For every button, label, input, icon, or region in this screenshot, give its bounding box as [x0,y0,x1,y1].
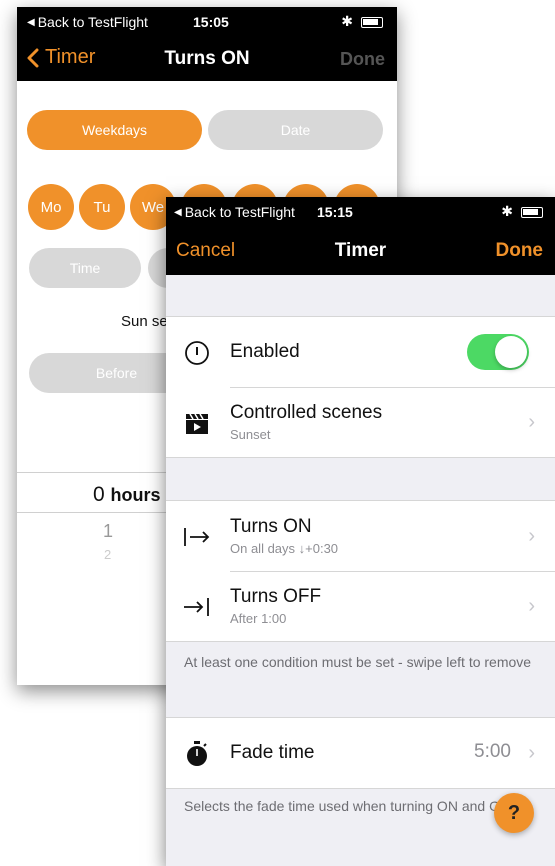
stopwatch-icon [182,739,212,769]
clapperboard-icon [182,408,212,438]
turns-off-row[interactable]: Turns OFF After 1:00 › [166,571,555,641]
day-mo[interactable]: Mo [28,184,74,230]
hours-picker-selected[interactable]: 0 hours [93,483,161,507]
back-triangle-icon: ◀ [174,206,182,218]
conditions-footer: At least one condition must be set - swi… [184,654,532,670]
status-bar: ◀ Back to TestFlight 15:15 ✱ [166,197,555,227]
done-button-disabled[interactable]: Done [340,49,385,70]
bluetooth-icon: ✱ [341,13,353,29]
turns-on-summary: On all days ↓+0:30 [230,541,339,556]
back-to-testflight-label: Back to TestFlight [37,14,148,30]
chevron-right-icon: › [528,525,535,547]
turns-on-row[interactable]: Turns ON On all days ↓+0:30 › [166,501,555,571]
turns-on-icon [182,522,212,552]
enabled-toggle[interactable] [467,334,529,370]
battery-icon [521,207,543,218]
controlled-scenes-value: Sunset [230,427,271,442]
back-to-testflight[interactable]: ◀ Back to TestFlight [27,14,148,30]
turns-off-label: Turns OFF [230,586,322,607]
back-triangle-icon: ◀ [27,16,35,28]
back-to-testflight-label: Back to TestFlight [184,204,295,220]
nav-bar: Cancel Timer Done [166,227,555,275]
fade-time-value: 5:00 [474,741,511,762]
status-time: 15:05 [193,14,229,30]
help-button[interactable]: ? [494,793,534,833]
turns-on-label: Turns ON [230,516,312,537]
chevron-right-icon: › [528,411,535,433]
screenshot-stage: ◀ Back to TestFlight 15:05 ✱ Timer Turns… [0,0,555,866]
turns-off-icon [182,592,212,622]
turns-off-summary: After 1:00 [230,611,287,626]
date-button[interactable]: Date [208,110,383,150]
conditions-group: Turns ON On all days ↓+0:30 › Turns OFF … [166,500,555,642]
controlled-scenes-row[interactable]: Controlled scenes Sunset › [166,387,555,457]
time-button[interactable]: Time [29,248,141,288]
chevron-right-icon: › [528,595,535,617]
controlled-scenes-label: Controlled scenes [230,402,383,423]
chevron-right-icon: › [528,742,535,764]
hours-unit: hours [110,485,161,505]
fade-time-row[interactable]: Fade time 5:00 › [166,718,555,788]
status-time: 15:15 [317,204,353,220]
hours-picker-next-1[interactable]: 1 [103,521,113,542]
sun-event-text: Sun se [121,313,168,330]
enabled-label: Enabled [230,341,300,362]
back-to-testflight[interactable]: ◀ Back to TestFlight [174,204,295,220]
fade-time-label: Fade time [230,742,315,763]
timer-screen: ◀ Back to TestFlight 15:15 ✱ Cancel Time… [166,197,555,866]
fade-group: Fade time 5:00 › [166,717,555,789]
hours-value: 0 [93,483,105,506]
nav-bar: Timer Turns ON Done [17,37,397,81]
weekdays-button[interactable]: Weekdays [27,110,202,150]
day-tu[interactable]: Tu [79,184,125,230]
enabled-row[interactable]: Enabled [166,317,555,387]
status-bar: ◀ Back to TestFlight 15:05 ✱ [17,7,397,37]
general-group: Enabled Controlled scenes Sunset › [166,316,555,458]
power-icon [182,338,212,368]
bluetooth-icon: ✱ [501,203,513,219]
fade-footer: Selects the fade time used when turning … [184,798,518,814]
done-button[interactable]: Done [496,240,544,262]
hours-picker-next-2[interactable]: 2 [104,547,111,562]
battery-icon [361,17,383,28]
